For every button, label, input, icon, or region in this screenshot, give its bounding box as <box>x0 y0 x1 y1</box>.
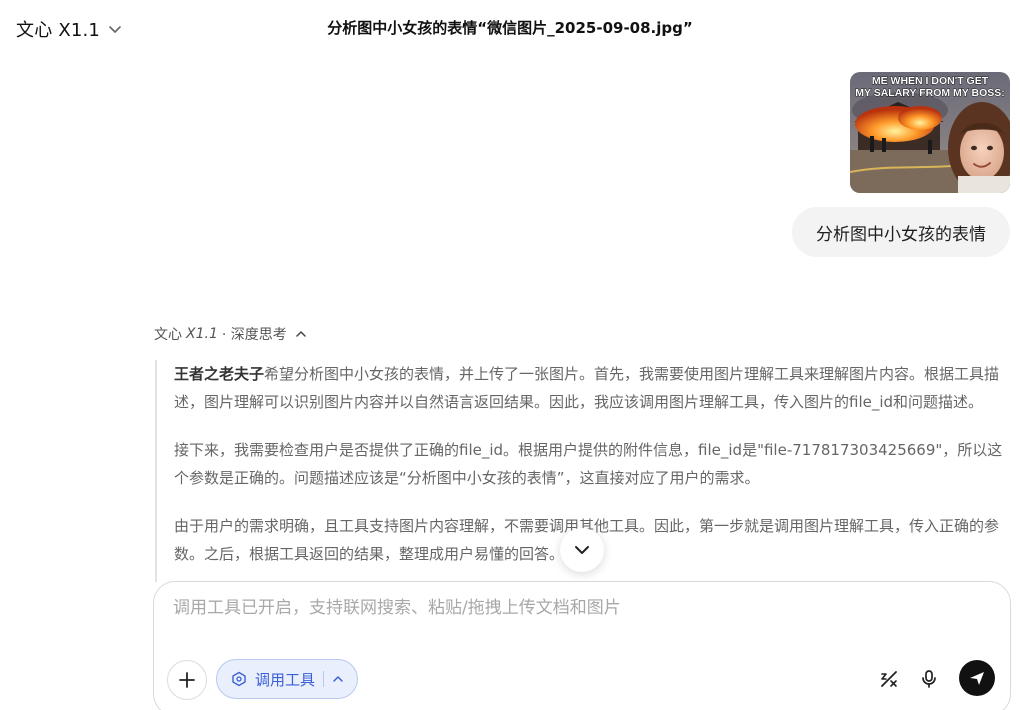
chevron-up-icon <box>296 331 306 337</box>
top-bar: 文心 X1.1 分析图中小女孩的表情“微信图片_2025-09-08.jpg” <box>0 0 1020 58</box>
plus-icon <box>179 672 195 688</box>
tool-hexagon-icon <box>232 671 246 687</box>
svg-text:ME WHEN I DON'T GET: ME WHEN I DON'T GET <box>872 75 989 87</box>
tool-call-label: 调用工具 <box>255 670 316 689</box>
message-composer: 调用工具 <box>153 581 1011 710</box>
thinking-toggle[interactable]: 文心 X1.1 · 深度思考 <box>154 324 307 344</box>
page-title: 分析图中小女孩的表情“微信图片_2025-09-08.jpg” <box>327 19 693 37</box>
add-attachment-button[interactable] <box>167 660 207 700</box>
user-message-bubble: 分析图中小女孩的表情 <box>792 207 1010 257</box>
ai-model-version: X1.1 <box>186 326 218 342</box>
meme-image: ME WHEN I DON'T GET MY SALARY FROM MY BO… <box>850 72 1010 193</box>
send-button[interactable] <box>959 660 995 696</box>
percent-slash-icon <box>881 671 897 687</box>
thinking-paragraph: 接下来，我需要检查用户是否提供了正确的file_id。根据用户提供的附件信息，f… <box>174 441 1003 487</box>
svg-text:MY SALARY FROM MY BOSS:: MY SALARY FROM MY BOSS: <box>855 87 1005 99</box>
microphone-icon <box>922 670 936 688</box>
thinking-paragraph: 王者之老夫子希望分析图中小女孩的表情，并上传了一张图片。首先，我需要使用图片理解… <box>174 360 1006 416</box>
disable-suggestion-button[interactable] <box>873 663 905 695</box>
ai-model-prefix: 文心 <box>154 327 182 343</box>
tool-call-toggle[interactable]: 调用工具 <box>216 659 358 699</box>
voice-input-button[interactable] <box>913 663 945 695</box>
uploaded-image[interactable]: ME WHEN I DON'T GET MY SALARY FROM MY BO… <box>850 72 1010 193</box>
thinking-text: 希望分析图中小女孩的表情，并上传了一张图片。首先，我需要使用图片理解工具来理解图… <box>174 365 1000 411</box>
chevron-up-icon[interactable] <box>332 673 344 685</box>
user-name: 王者之老夫子 <box>174 365 265 383</box>
pill-divider <box>323 671 325 687</box>
ai-mode-label: · 深度思考 <box>221 327 287 343</box>
scroll-to-bottom-button[interactable] <box>560 528 604 572</box>
send-arrow-icon <box>970 672 984 685</box>
message-input[interactable] <box>173 598 973 618</box>
chevron-down-icon <box>575 546 589 554</box>
